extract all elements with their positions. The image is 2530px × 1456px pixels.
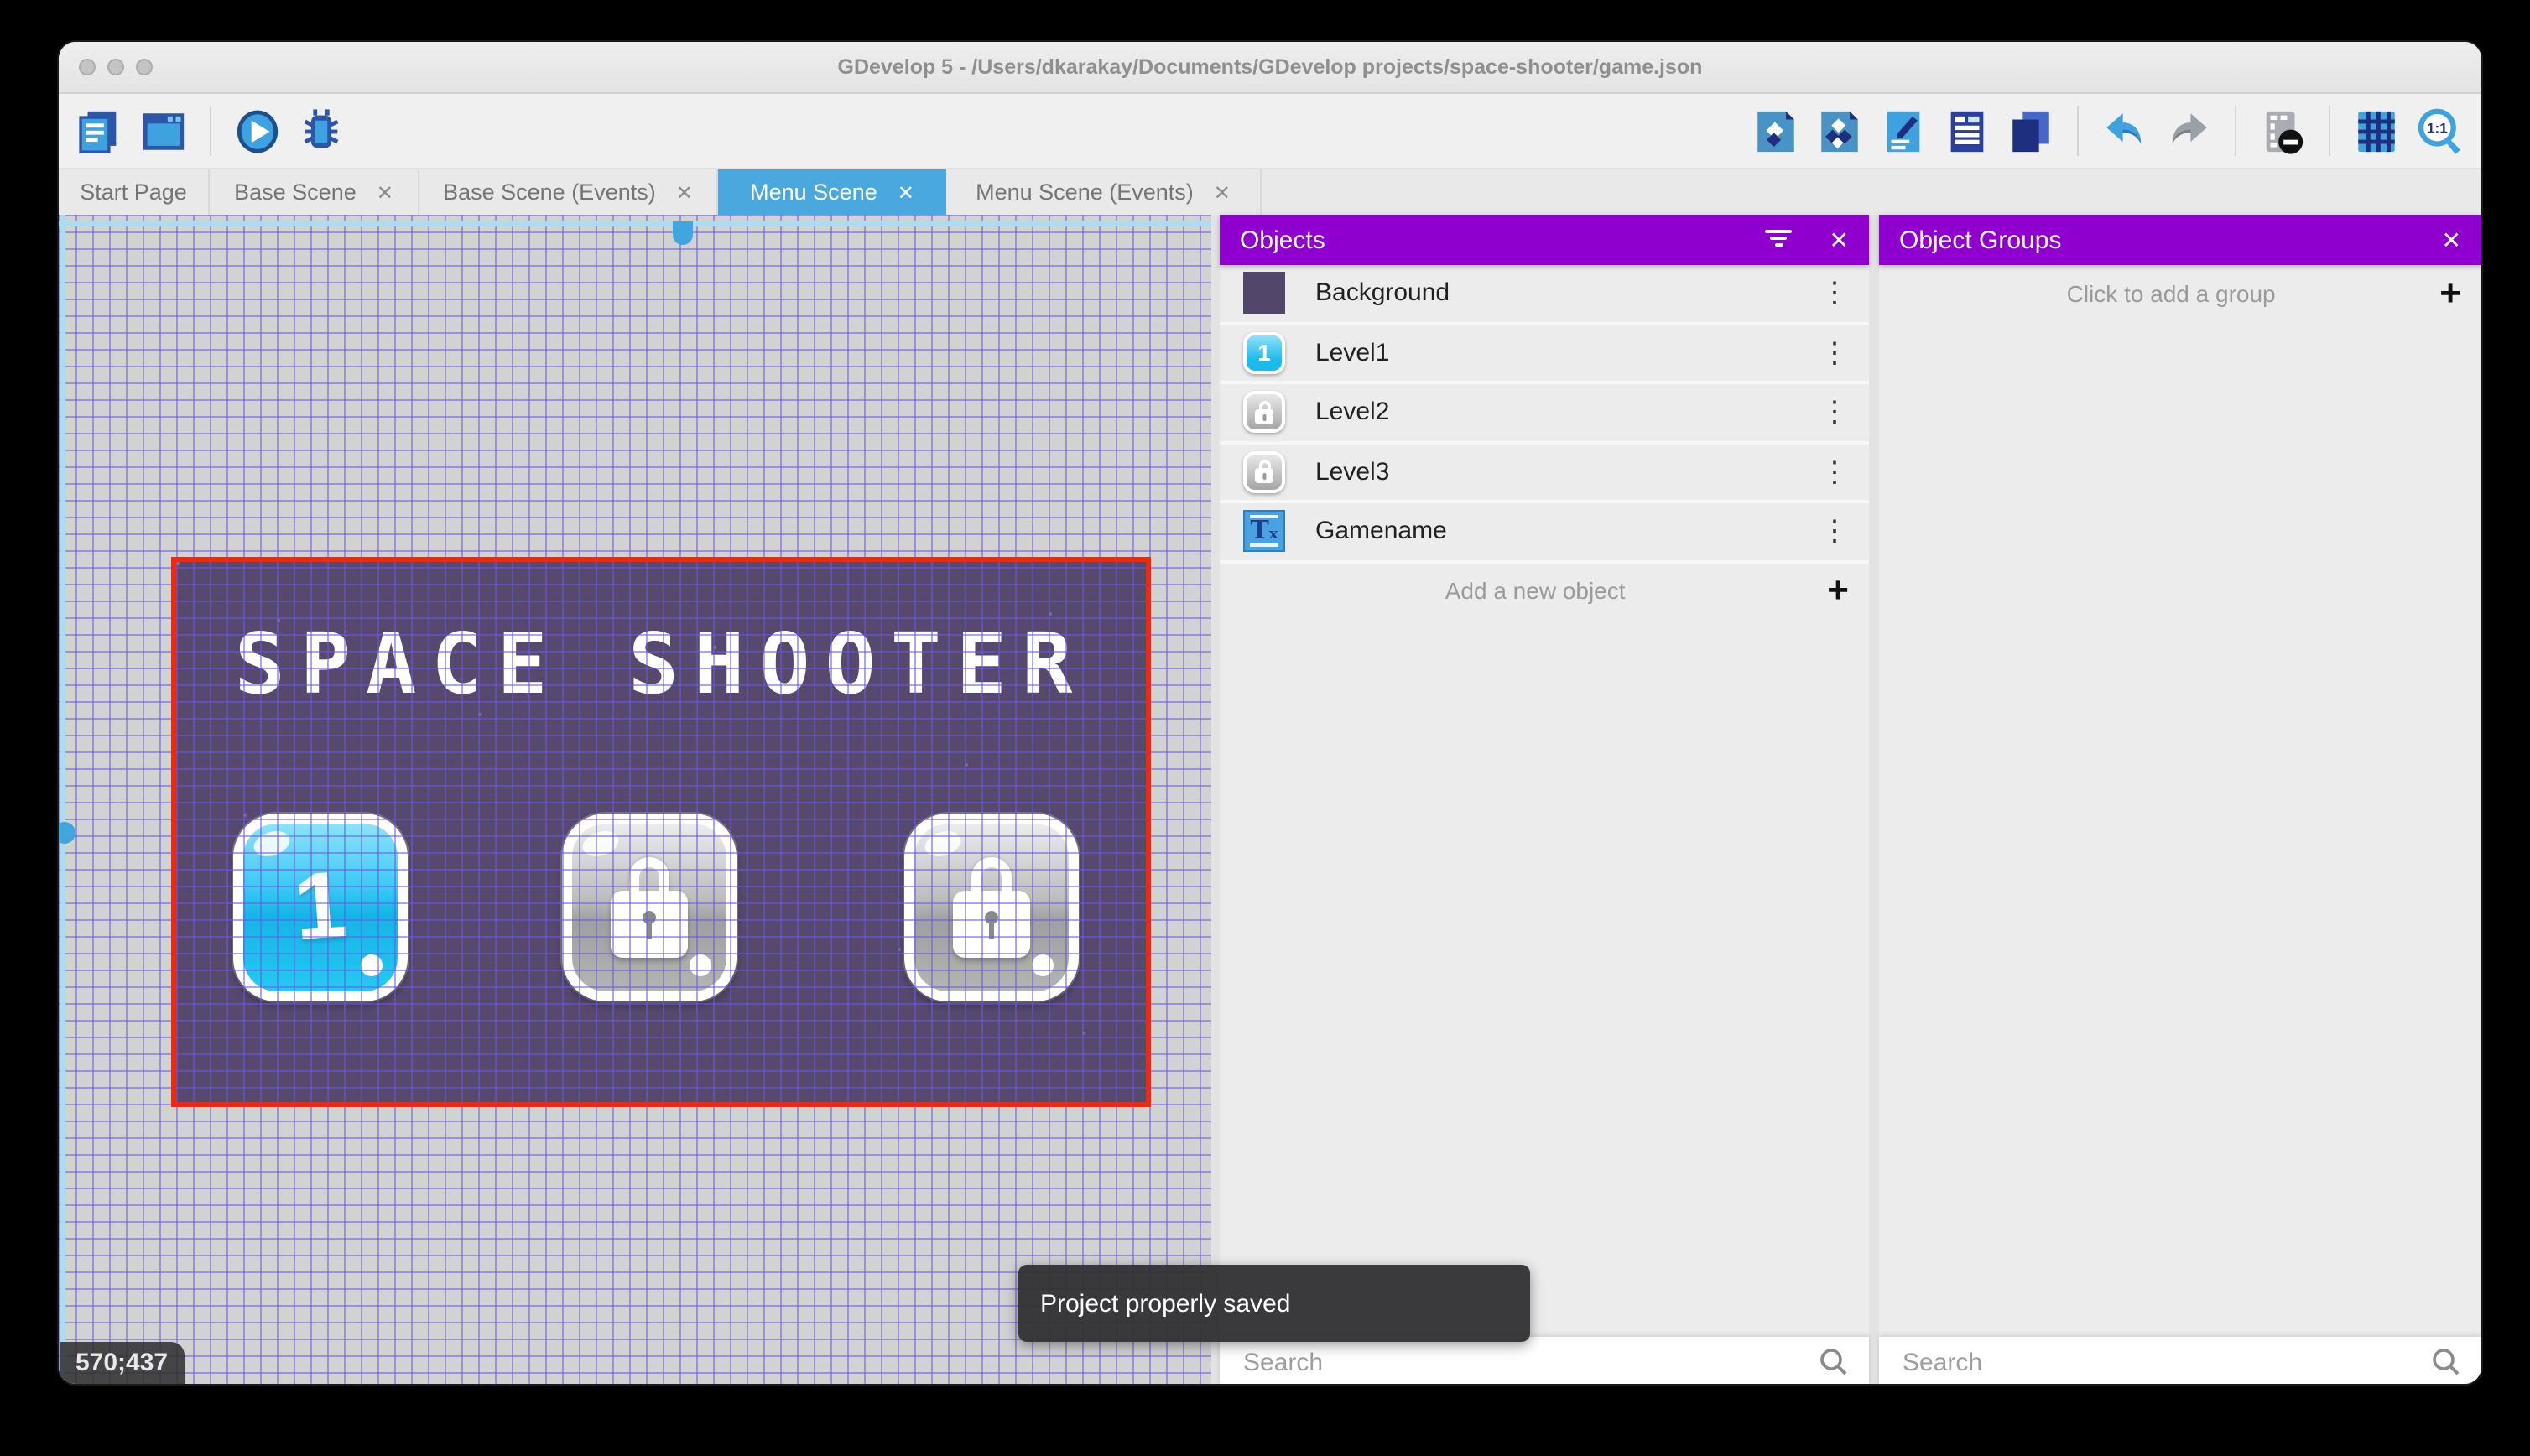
vertical-scroll-thumb[interactable] [59, 822, 75, 844]
zoom-1to1-icon[interactable]: 1:1 [2416, 107, 2465, 155]
object-groups-panel: Object Groups ✕ Click to add a group + [1879, 215, 2481, 1384]
search-icon [2431, 1347, 2461, 1377]
close-tab-icon[interactable]: ✕ [377, 180, 393, 204]
objects-panel-header: Objects ✕ [1220, 215, 1869, 265]
add-group-row[interactable]: Click to add a group + [1879, 265, 2481, 321]
objects-search-input[interactable] [1240, 1346, 1819, 1378]
redo-icon[interactable] [2164, 107, 2213, 155]
window-title: GDevelop 5 - /Users/dkarakay/Documents/G… [59, 55, 2481, 79]
scene-game-title: SPACE SHOOTER [176, 616, 1146, 713]
cursor-coordinates: 570;437 [60, 1342, 185, 1384]
level2-button-sprite[interactable] [562, 814, 737, 1001]
lock-icon [611, 857, 688, 961]
toolbar-separator [2235, 106, 2236, 156]
tab-menu-scene[interactable]: Menu Scene✕ [718, 169, 946, 215]
horizontal-scroll-marker[interactable] [673, 221, 693, 245]
groups-search-input[interactable] [1899, 1346, 2431, 1378]
project-manager-icon[interactable] [75, 107, 124, 155]
close-panel-icon[interactable]: ✕ [2442, 226, 2461, 254]
toolbar-separator [2077, 106, 2079, 156]
close-tab-icon[interactable]: ✕ [1214, 180, 1231, 204]
titlebar: GDevelop 5 - /Users/dkarakay/Documents/G… [59, 42, 2481, 94]
level3-button-sprite[interactable] [904, 814, 1079, 1001]
level2-object-icon [1243, 392, 1285, 434]
add-group-icon[interactable]: + [2439, 275, 2461, 312]
tab-menu-scene-events[interactable]: Menu Scene (Events)✕ [946, 169, 1262, 215]
undo-icon[interactable] [2101, 107, 2149, 155]
object-menu-icon[interactable]: ⋮ [1820, 279, 1849, 308]
object-row-level3[interactable]: Level3 ⋮ [1220, 444, 1869, 503]
object-row-level2[interactable]: Level2 ⋮ [1220, 384, 1869, 444]
filter-icon[interactable] [1766, 230, 1793, 250]
search-icon [1819, 1347, 1849, 1377]
debug-icon[interactable] [297, 107, 346, 155]
level1-number: 1 [240, 845, 402, 965]
object-menu-icon[interactable]: ⋮ [1820, 339, 1849, 367]
star-decorations [176, 562, 180, 565]
instances-list-icon[interactable] [1943, 107, 1991, 155]
properties-icon[interactable] [1879, 107, 1928, 155]
groups-panel-empty-area [1879, 321, 2481, 1337]
toolbar-right-group: 1:1 [1752, 106, 2465, 156]
groups-search-bar [1879, 1337, 2481, 1384]
background-object-icon [1243, 273, 1285, 315]
layers-icon[interactable] [2007, 107, 2055, 155]
close-panel-icon[interactable]: ✕ [1830, 226, 1849, 254]
object-row-background[interactable]: Background ⋮ [1220, 265, 1869, 325]
objects-panel-title: Objects [1240, 226, 1766, 254]
object-row-level1[interactable]: 1 Level1 ⋮ [1220, 325, 1869, 384]
window-mask-icon[interactable] [2258, 107, 2307, 155]
start-page-icon[interactable] [139, 107, 188, 155]
horizontal-scroll-track[interactable] [59, 221, 1211, 226]
toast-message: Project properly saved [1040, 1289, 1291, 1318]
scene-canvas[interactable]: SPACE SHOOTER 1 [59, 215, 1211, 1384]
object-menu-icon[interactable]: ⋮ [1820, 458, 1849, 486]
object-groups-panel-title: Object Groups [1899, 226, 2442, 254]
game-scene-preview[interactable]: SPACE SHOOTER 1 [176, 562, 1146, 1102]
level1-button-sprite[interactable]: 1 [233, 814, 408, 1001]
text-object-icon: Tx [1243, 511, 1285, 553]
object-groups-panel-header: Object Groups ✕ [1879, 215, 2481, 265]
save-toast: Project properly saved [1018, 1265, 1530, 1342]
objects-panel: Objects ✕ Background ⋮ 1 Level1 ⋮ Level2 [1220, 215, 1869, 1384]
objects-search-bar [1220, 1337, 1869, 1384]
tab-start-page[interactable]: Start Page [59, 169, 210, 215]
tab-base-scene-events[interactable]: Base Scene (Events)✕ [419, 169, 718, 215]
lock-icon [953, 857, 1030, 961]
toolbar-left-group [75, 106, 346, 156]
add-object-icon[interactable]: + [1827, 573, 1849, 610]
objects-editor-icon[interactable] [1752, 107, 1800, 155]
object-groups-icon[interactable] [1815, 107, 1864, 155]
svg-text:1:1: 1:1 [2427, 119, 2447, 135]
editor-content: SPACE SHOOTER 1 [59, 215, 2481, 1384]
add-object-row[interactable]: Add a new object + [1220, 563, 1869, 619]
level3-object-icon [1243, 451, 1285, 493]
tab-base-scene[interactable]: Base Scene✕ [210, 169, 419, 215]
tab-bar: Start Page Base Scene✕ Base Scene (Event… [59, 168, 2481, 215]
toolbar-separator [210, 106, 211, 156]
toolbar-separator [2329, 106, 2330, 156]
main-toolbar: 1:1 [59, 94, 2481, 168]
close-tab-icon[interactable]: ✕ [676, 180, 693, 204]
play-icon[interactable] [233, 107, 282, 155]
level1-object-icon: 1 [1243, 332, 1285, 374]
vertical-scroll-track[interactable] [60, 215, 65, 1384]
objects-panel-empty-area [1220, 619, 1869, 1337]
object-menu-icon[interactable]: ⋮ [1820, 398, 1849, 427]
object-row-gamename[interactable]: Tx Gamename ⋮ [1220, 503, 1869, 563]
close-tab-icon[interactable]: ✕ [898, 180, 914, 204]
object-menu-icon[interactable]: ⋮ [1820, 517, 1849, 546]
gdevelop-window: GDevelop 5 - /Users/dkarakay/Documents/G… [59, 42, 2481, 1384]
grid-icon[interactable] [2352, 107, 2401, 155]
desktop: GDevelop 5 - /Users/dkarakay/Documents/G… [0, 0, 2530, 1456]
